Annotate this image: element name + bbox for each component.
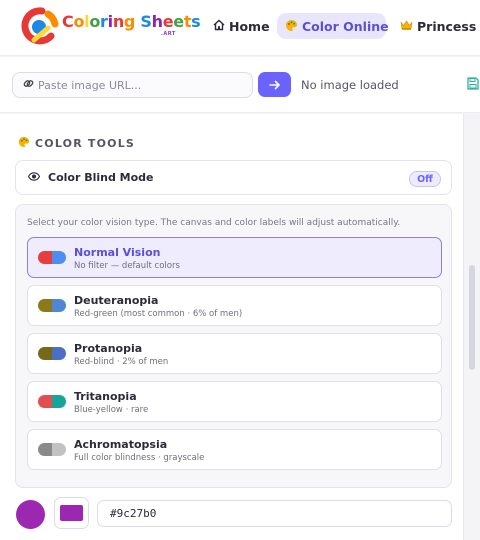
brand-letter: S	[140, 12, 152, 31]
color-tools-panel: COLOR TOOLS Color Blind Mode Off Select …	[0, 114, 464, 540]
color-picker-swatch	[60, 505, 83, 521]
vision-option-name: Protanopia	[74, 342, 143, 355]
color-pair-swatch	[38, 347, 66, 360]
nav-home[interactable]: Home	[205, 13, 278, 39]
vision-option-name: Tritanopia	[74, 390, 137, 403]
image-url-placeholder: Paste image URL...	[38, 78, 142, 92]
home-icon	[213, 19, 225, 33]
brand-letter: o	[73, 12, 85, 31]
crown-icon	[400, 19, 413, 33]
vision-option-desc: No filter — default colors	[74, 261, 180, 271]
brand-letter: h	[151, 12, 163, 31]
image-url-input[interactable]: Paste image URL...	[12, 72, 253, 98]
vision-option-tritanopia[interactable]: Tritanopia Blue-yellow · rare	[27, 381, 442, 422]
vision-options: Select your color vision type. The canva…	[15, 204, 452, 488]
nav-princess-label: Princess	[417, 18, 477, 34]
eye-icon	[27, 171, 41, 184]
top-header: Coloring Sheets .ART Home Color Online P…	[0, 0, 480, 56]
brand-letter: C	[62, 12, 74, 31]
vision-option-protanopia[interactable]: Protanopia Red-blind · 2% of men	[27, 333, 442, 374]
color-pair-swatch	[38, 395, 66, 408]
arrow-right-icon	[268, 80, 280, 89]
palette-icon	[285, 19, 298, 34]
load-image-button[interactable]	[258, 72, 291, 97]
vision-option-name: Deuteranopia	[74, 294, 159, 307]
hex-color-input[interactable]: #9c27b0	[97, 500, 452, 527]
vision-option-desc: Red-green (most common · 6% of men)	[74, 309, 243, 319]
current-color-swatch[interactable]	[16, 500, 45, 529]
brand-letter: g	[123, 12, 136, 31]
brand-letter: e	[173, 12, 184, 31]
vision-option-name: Achromatopsia	[74, 438, 168, 451]
link-icon	[23, 78, 34, 92]
nav-home-label: Home	[229, 18, 270, 34]
color-pair-swatch	[38, 251, 66, 264]
vision-option-desc: Blue-yellow · rare	[74, 405, 149, 415]
vision-hint: Select your color vision type. The canva…	[27, 218, 401, 228]
color-blind-mode-label: Color Blind Mode	[48, 171, 154, 184]
brand-letter: r	[100, 12, 108, 31]
nav-princess[interactable]: Princess	[392, 13, 480, 39]
color-pair-swatch	[38, 299, 66, 312]
vision-option-achromatopsia[interactable]: Achromatopsia Full color blindness · gra…	[27, 429, 442, 470]
color-pair-swatch	[38, 443, 66, 456]
brand-letter: n	[112, 12, 124, 31]
vision-option-desc: Full color blindness · grayscale	[74, 453, 205, 463]
brand-letter: o	[89, 12, 101, 31]
vision-option-name: Normal Vision	[74, 246, 161, 259]
brand-name[interactable]: Coloring Sheets	[62, 12, 201, 31]
color-blind-mode-row[interactable]: Color Blind Mode Off	[15, 160, 452, 195]
color-blind-mode-toggle[interactable]: Off	[409, 171, 441, 187]
brand-letter: s	[191, 12, 201, 31]
section-title: COLOR TOOLS	[18, 136, 135, 151]
panel-scrollbar[interactable]	[469, 265, 475, 370]
nav-color-online-label: Color Online	[302, 18, 389, 34]
section-title-label: COLOR TOOLS	[35, 137, 136, 150]
brand-letter: e	[162, 12, 174, 31]
image-status: No image loaded	[301, 78, 399, 92]
brand-suffix: .ART	[161, 31, 176, 37]
url-toolbar: Paste image URL... No image loaded	[0, 57, 480, 113]
save-icon[interactable]	[467, 77, 479, 90]
nav-color-online[interactable]: Color Online	[277, 13, 389, 39]
vision-option-desc: Red-blind · 2% of men	[74, 357, 169, 367]
vision-option-deuteranopia[interactable]: Deuteranopia Red-green (most common · 6%…	[27, 285, 442, 326]
vision-option-normal[interactable]: Normal Vision No filter — default colors	[27, 237, 442, 278]
color-picker[interactable]	[54, 497, 89, 529]
logo-icon[interactable]	[18, 6, 62, 46]
palette-icon	[18, 136, 30, 151]
